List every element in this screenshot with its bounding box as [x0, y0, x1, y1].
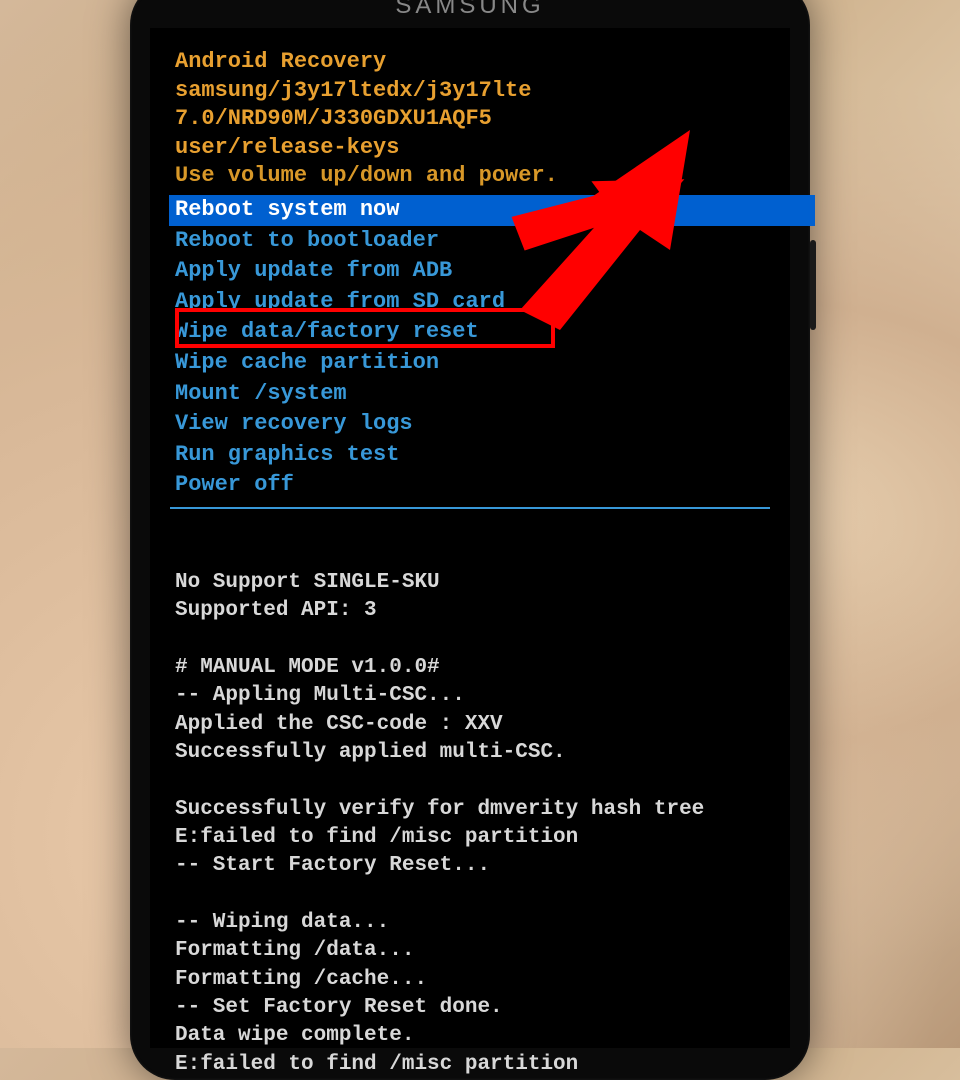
build-info-line: 7.0/NRD90M/J330GDXU1AQF5 — [175, 105, 765, 134]
menu-apply-update-adb[interactable]: Apply update from ADB — [175, 256, 765, 287]
log-line: # MANUAL MODE v1.0.0# — [175, 654, 765, 682]
log-output: No Support SINGLE-SKU Supported API: 3 #… — [175, 569, 765, 1079]
phone-brand-label: SAMSUNG — [130, 0, 810, 20]
log-line: Applied the CSC-code : XXV — [175, 711, 765, 739]
instruction-line: Use volume up/down and power. — [175, 162, 765, 191]
menu-reboot-system[interactable]: Reboot system now — [169, 195, 815, 226]
device-info-line: samsung/j3y17ltedx/j3y17lte — [175, 77, 765, 106]
menu-wipe-data-factory-reset[interactable]: Wipe data/factory reset — [175, 317, 765, 348]
menu-graphics-test[interactable]: Run graphics test — [175, 440, 765, 471]
log-line: -- Start Factory Reset... — [175, 852, 765, 880]
power-button[interactable] — [810, 240, 816, 330]
menu-mount-system[interactable]: Mount /system — [175, 379, 765, 410]
log-line: E:failed to find /misc partition — [175, 1051, 765, 1079]
menu-reboot-bootloader[interactable]: Reboot to bootloader — [175, 226, 765, 257]
log-line: Successfully applied multi-CSC. — [175, 739, 765, 767]
phone-frame: SAMSUNG Android Recovery samsung/j3y17lt… — [130, 0, 810, 1080]
menu-apply-update-sd[interactable]: Apply update from SD card — [175, 287, 765, 318]
log-line: Data wipe complete. — [175, 1022, 765, 1050]
log-line: -- Appling Multi-CSC... — [175, 682, 765, 710]
log-line — [175, 881, 765, 909]
log-line: -- Set Factory Reset done. — [175, 994, 765, 1022]
log-line: E:failed to find /misc partition — [175, 824, 765, 852]
menu-power-off[interactable]: Power off — [175, 470, 765, 501]
recovery-menu: Reboot system now Reboot to bootloader A… — [175, 195, 765, 509]
log-line: Successfully verify for dmverity hash tr… — [175, 796, 765, 824]
log-line: Formatting /data... — [175, 937, 765, 965]
log-line: No Support SINGLE-SKU — [175, 569, 765, 597]
menu-divider — [170, 507, 770, 509]
log-line — [175, 767, 765, 795]
keys-info-line: user/release-keys — [175, 134, 765, 163]
phone-screen: Android Recovery samsung/j3y17ltedx/j3y1… — [150, 28, 790, 1048]
recovery-title: Android Recovery — [175, 48, 765, 77]
log-line: Formatting /cache... — [175, 966, 765, 994]
log-line: -- Wiping data... — [175, 909, 765, 937]
menu-wipe-cache[interactable]: Wipe cache partition — [175, 348, 765, 379]
log-line: Supported API: 3 — [175, 597, 765, 625]
log-line — [175, 626, 765, 654]
menu-view-logs[interactable]: View recovery logs — [175, 409, 765, 440]
